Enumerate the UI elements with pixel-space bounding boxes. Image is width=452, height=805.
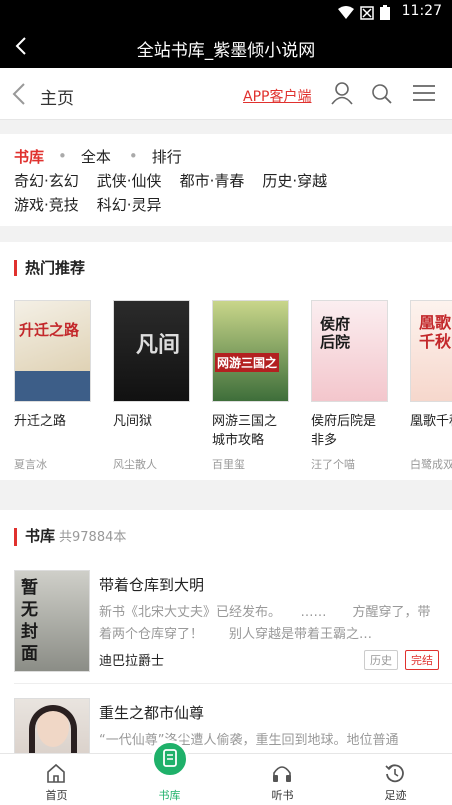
category-scifi[interactable]: 科幻·灵异	[97, 194, 162, 215]
book-icon	[163, 749, 177, 767]
status-badge: 完结	[405, 650, 439, 670]
book-name[interactable]: 带着仓库到大明	[99, 574, 204, 595]
status-time: 11:27	[401, 3, 442, 19]
book-author: 风尘散人	[113, 458, 157, 471]
category-panel: 书库 • 全本 • 排行 奇幻·玄幻 武侠·仙侠 都市·青春 历史·穿越 游戏·…	[0, 134, 452, 226]
category-ranking[interactable]: 排行	[152, 146, 182, 167]
category-row-3: 游戏·竞技 科幻·灵异	[14, 192, 438, 216]
cover-title: 升迁之路	[19, 321, 80, 339]
tab-history[interactable]: 足迹	[339, 754, 452, 805]
library-section: 书库 共97884本 暂无封面 带着仓库到大明 新书《北宋大丈夫》已经发布。 ………	[0, 510, 452, 760]
separator-dot: •	[58, 147, 67, 165]
book-description: 新书《北宋大丈夫》已经发布。 …… 方醒穿了，带着两个仓库穿了！ 别人穿越是带着…	[99, 605, 431, 642]
genre-tag: 历史	[364, 650, 398, 670]
section-title-library: 书库 共97884本	[14, 528, 126, 546]
hot-book-list: 升迁之路 升迁之路 夏言冰 凡间 凡间狱 风尘散人 网游三国之 网游三国之城市攻…	[14, 300, 452, 472]
category-game[interactable]: 游戏·竞技	[14, 194, 79, 215]
page-title: 全站书库_紫墨倾小说网	[136, 41, 316, 61]
hot-book-item[interactable]: 凡间 凡间狱 风尘散人	[113, 300, 190, 472]
divider	[14, 683, 452, 684]
tab-label: 听书	[271, 789, 294, 802]
no-sim-icon	[360, 5, 374, 20]
library-title: 书库	[25, 527, 56, 545]
tab-library[interactable]: 书库	[113, 740, 226, 805]
section-title-hot: 热门推荐	[14, 260, 85, 276]
site-navbar: 主页 APP客户端	[0, 68, 452, 120]
user-icon[interactable]	[331, 81, 353, 105]
history-icon	[385, 764, 404, 783]
book-cover[interactable]: 升迁之路	[14, 300, 91, 402]
book-cover[interactable]: 凡间	[113, 300, 190, 402]
category-complete[interactable]: 全本	[81, 146, 111, 167]
tab-label: 足迹	[384, 789, 407, 802]
category-library[interactable]: 书库	[14, 146, 44, 167]
cover-title: 凰歌千秋	[419, 313, 452, 351]
book-cover[interactable]: 暂无封面	[14, 570, 90, 672]
hot-book-item[interactable]: 网游三国之 网游三国之城市攻略 百里玺	[212, 300, 289, 472]
book-author: 白鹭成双	[410, 458, 452, 471]
book-author: 迪巴拉爵士	[99, 654, 165, 669]
wifi-icon	[338, 5, 354, 19]
book-cover[interactable]	[14, 698, 90, 760]
separator-dot: •	[128, 147, 138, 165]
category-row-1: 书库 • 全本 • 排行	[14, 144, 438, 168]
library-book-item[interactable]: 重生之都市仙尊 “一代仙尊”洛尘遭人偷袭，重生回到地球。地位普通	[14, 698, 442, 760]
cover-title: 凡间	[136, 332, 181, 358]
book-author: 汪了个喵	[311, 458, 355, 471]
bottom-tab-bar: 首页 书库 听书 足迹	[0, 740, 452, 805]
cover-title: 网游三国之	[215, 353, 280, 372]
status-bar: 11:27	[0, 0, 452, 24]
category-history[interactable]: 历史·穿越	[262, 170, 327, 191]
battery-icon	[380, 5, 390, 20]
search-icon[interactable]	[371, 83, 393, 105]
menu-icon[interactable]	[413, 84, 435, 102]
category-wuxia[interactable]: 武侠·仙侠	[97, 170, 162, 191]
book-author: 夏言冰	[14, 458, 47, 471]
home-icon	[47, 763, 65, 783]
book-name[interactable]: 重生之都市仙尊	[99, 702, 204, 723]
library-book-item[interactable]: 暂无封面 带着仓库到大明 新书《北宋大丈夫》已经发布。 …… 方醒穿了，带着两个…	[14, 570, 442, 680]
cover-placeholder-text: 暂无封面	[21, 578, 38, 664]
tab-label: 书库	[158, 789, 181, 802]
cover-title: 侯府后院	[320, 315, 351, 351]
category-urban[interactable]: 都市·青春	[180, 170, 245, 191]
hot-recommendations: 热门推荐 升迁之路 升迁之路 夏言冰 凡间 凡间狱 风尘散人 网游三国之 网游三…	[0, 242, 452, 480]
status-icons	[338, 5, 390, 20]
book-author: 百里玺	[212, 458, 245, 471]
book-cover[interactable]: 凰歌千秋	[410, 300, 452, 402]
library-count: 共97884本	[59, 530, 127, 545]
book-cover[interactable]: 侯府后院	[311, 300, 388, 402]
home-link[interactable]: 主页	[40, 84, 74, 109]
title-bar: 全站书库_紫墨倾小说网	[0, 24, 452, 68]
book-name[interactable]: 网游三国之城市攻略	[212, 412, 289, 450]
chevron-left-icon[interactable]	[10, 82, 28, 106]
tab-home[interactable]: 首页	[0, 754, 113, 805]
hot-book-item[interactable]: 侯府后院 侯府后院是非多 汪了个喵	[311, 300, 388, 472]
tab-label: 首页	[45, 789, 68, 802]
headphones-icon	[273, 766, 291, 782]
tab-audiobook[interactable]: 听书	[226, 754, 339, 805]
book-name[interactable]: 侯府后院是非多	[311, 412, 388, 450]
category-fantasy[interactable]: 奇幻·玄幻	[14, 170, 79, 191]
book-name[interactable]: 凡间狱	[113, 412, 190, 450]
book-cover[interactable]: 网游三国之	[212, 300, 289, 402]
app-client-link[interactable]: APP客户端	[243, 86, 311, 106]
hot-book-item[interactable]: 升迁之路 升迁之路 夏言冰	[14, 300, 91, 472]
book-name[interactable]: 升迁之路	[14, 412, 91, 450]
hot-book-item[interactable]: 凰歌千秋 凰歌千秋 白鹭成双	[410, 300, 452, 472]
book-name[interactable]: 凰歌千秋	[410, 412, 452, 450]
category-row-2: 奇幻·玄幻 武侠·仙侠 都市·青春 历史·穿越	[14, 168, 438, 192]
